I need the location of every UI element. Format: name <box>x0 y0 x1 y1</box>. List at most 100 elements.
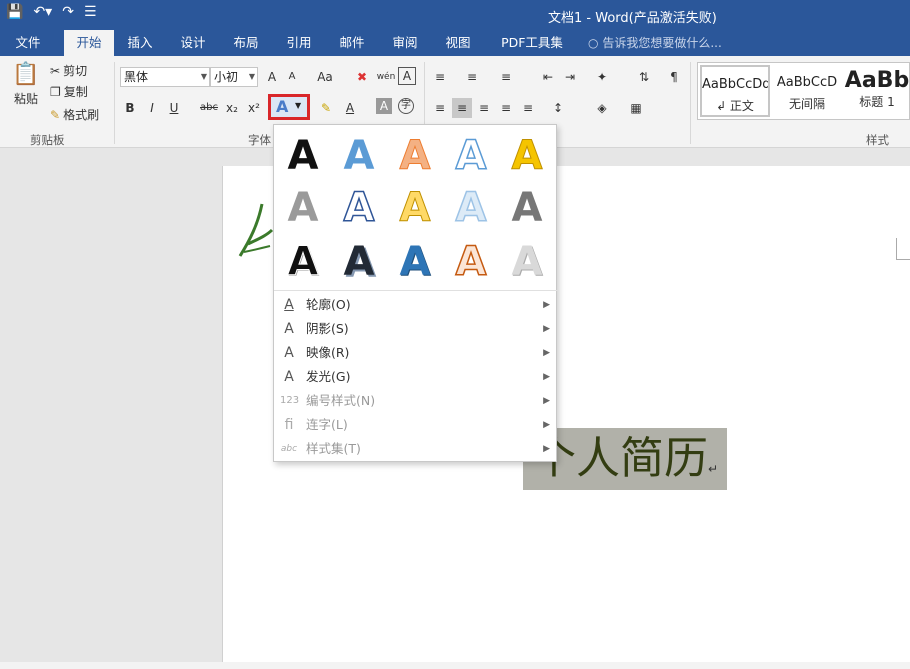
text-effects-button[interactable]: A ▼ <box>268 94 310 120</box>
shading-button[interactable]: ◈ <box>592 98 612 118</box>
menu-item-shadow[interactable]: A 阴影(S) ▶ <box>274 317 558 341</box>
multilevel-icon: ≡ <box>500 70 512 84</box>
copy-icon: ❐ <box>50 84 61 99</box>
menu-item-label: 连字(L) <box>306 417 348 432</box>
underline-button[interactable]: U <box>164 98 184 118</box>
font-size-box[interactable]: 小初 ▼ <box>210 67 258 87</box>
stylistic-set-icon: abc <box>280 444 298 454</box>
font-color-button[interactable]: A <box>340 98 360 118</box>
show-marks-button[interactable]: ¶ <box>664 67 684 87</box>
strikethrough-button[interactable]: abc <box>196 98 222 118</box>
justify-button[interactable]: ≡ <box>496 98 516 118</box>
style-name: 标题 1 <box>859 95 895 109</box>
effect-style-3[interactable]: A <box>397 133 433 180</box>
effect-style-10[interactable]: A <box>509 185 545 231</box>
effect-style-15[interactable]: A <box>509 239 545 285</box>
paste-button[interactable]: 📋 粘贴 <box>10 62 42 107</box>
italic-button[interactable]: I <box>142 98 162 118</box>
effect-style-14[interactable]: A <box>453 238 489 286</box>
effect-style-6[interactable]: A <box>285 185 321 231</box>
menu-item-label: 发光(G) <box>306 369 351 384</box>
undo-icon[interactable]: ↶▾ <box>33 4 52 20</box>
menu-separator <box>274 290 558 291</box>
chinese-layout-button[interactable]: ✦ <box>592 67 612 87</box>
font-name-box[interactable]: 黑体 ▼ <box>120 67 210 87</box>
numbering-button[interactable]: ≡ <box>462 67 482 87</box>
ligature-icon: fi <box>284 417 294 433</box>
tab-home[interactable]: 开始 <box>64 30 114 56</box>
borders-button[interactable]: ▦ <box>626 98 646 118</box>
align-right-button[interactable]: ≡ <box>474 98 494 118</box>
phonetic-guide-button[interactable]: wén <box>376 67 396 87</box>
grow-font-button[interactable]: A <box>262 67 282 87</box>
char-shading-button[interactable]: A <box>376 98 392 114</box>
effect-style-11[interactable]: A <box>285 239 321 286</box>
tab-pdf-tools[interactable]: PDF工具集 <box>492 30 572 56</box>
bullets-button[interactable]: ≡ <box>430 67 450 87</box>
menu-item-outline[interactable]: A 轮廓(O) ▶ <box>274 293 558 317</box>
increase-indent-button[interactable]: ⇥ <box>560 67 580 87</box>
line-spacing-button[interactable]: ↕ <box>548 98 568 118</box>
numbering-icon: ≡ <box>466 70 478 84</box>
superscript-button[interactable]: x² <box>244 98 264 118</box>
effect-style-9[interactable]: A <box>453 184 489 232</box>
bold-button[interactable]: B <box>120 98 140 118</box>
highlight-button[interactable]: ✎ <box>316 98 336 118</box>
effect-style-8[interactable]: A <box>397 185 433 232</box>
tab-design[interactable]: 设计 <box>171 30 215 56</box>
effect-style-13[interactable]: A <box>397 239 433 285</box>
redo-icon[interactable]: ↷ <box>62 4 74 20</box>
tab-view[interactable]: 视图 <box>436 30 480 56</box>
tell-me-box[interactable]: ○ 告诉我您想要做什么... <box>588 34 722 51</box>
format-painter-button[interactable]: ✎ 格式刷 <box>50 106 99 123</box>
subscript-button[interactable]: x₂ <box>222 98 242 118</box>
style-normal[interactable]: AaBbCcDd ↲ 正文 <box>700 65 770 117</box>
effect-style-4[interactable]: A <box>453 132 489 180</box>
decrease-indent-button[interactable]: ⇤ <box>538 67 558 87</box>
paint-bucket-icon: ◈ <box>597 101 607 115</box>
effect-style-7[interactable]: A <box>341 184 377 232</box>
align-left-button[interactable]: ≡ <box>430 98 450 118</box>
sort-button[interactable]: ⇅ <box>634 67 654 87</box>
style-heading-1[interactable]: AaBb 标题 1 <box>844 65 910 117</box>
tab-mailings[interactable]: 邮件 <box>330 30 374 56</box>
font-size-value: 小初 <box>214 70 239 84</box>
align-center-button[interactable]: ≡ <box>452 98 472 118</box>
effect-style-5[interactable]: A <box>509 133 545 180</box>
shrink-font-button[interactable]: A <box>282 67 302 87</box>
shrink-font-icon: A <box>288 71 296 82</box>
number-style-icon: 123 <box>280 395 300 406</box>
effect-style-1[interactable]: A <box>285 133 321 179</box>
eraser-icon: ✖ <box>356 70 368 84</box>
clear-format-button[interactable]: ✖ <box>352 67 372 87</box>
tab-insert[interactable]: 插入 <box>118 30 162 56</box>
menu-item-number-styles: 123 编号样式(N) ▶ <box>274 389 558 413</box>
align-right-icon: ≡ <box>478 101 490 115</box>
cut-label: 剪切 <box>63 64 88 78</box>
pilcrow-icon: ¶ <box>670 70 678 84</box>
menu-item-reflection[interactable]: A 映像(R) ▶ <box>274 341 558 365</box>
style-no-spacing[interactable]: AaBbCcD 无间隔 <box>772 65 842 117</box>
copy-button[interactable]: ❐ 复制 <box>50 83 88 100</box>
cut-button[interactable]: ✂ 剪切 <box>50 62 87 79</box>
customize-icon[interactable]: ☰ <box>84 4 97 20</box>
multilevel-list-button[interactable]: ≡ <box>496 67 516 87</box>
outline-a-icon: A <box>284 297 294 313</box>
effect-style-12[interactable]: A <box>341 239 377 285</box>
tab-review[interactable]: 审阅 <box>383 30 427 56</box>
lightbulb-icon: ○ <box>588 36 599 50</box>
save-icon[interactable]: 💾 <box>6 4 23 20</box>
tab-references[interactable]: 引用 <box>277 30 321 56</box>
brush-icon: ✎ <box>50 107 61 122</box>
enclose-char-button[interactable]: 字 <box>398 98 414 114</box>
tab-file[interactable]: 文件 <box>4 30 52 56</box>
bullets-icon: ≡ <box>434 70 446 84</box>
tab-layout[interactable]: 布局 <box>224 30 268 56</box>
menu-item-label: 编号样式(N) <box>306 393 376 408</box>
char-border-button[interactable]: A <box>398 67 416 85</box>
ribbon-tabs: 文件 开始 插入 设计 布局 引用 邮件 审阅 视图 PDF工具集 ○ 告诉我您… <box>0 30 910 56</box>
change-case-button[interactable]: Aa <box>310 67 340 87</box>
distributed-button[interactable]: ≡ <box>518 98 538 118</box>
effect-style-2[interactable]: A <box>341 133 377 179</box>
menu-item-glow[interactable]: A 发光(G) ▶ <box>274 365 558 389</box>
